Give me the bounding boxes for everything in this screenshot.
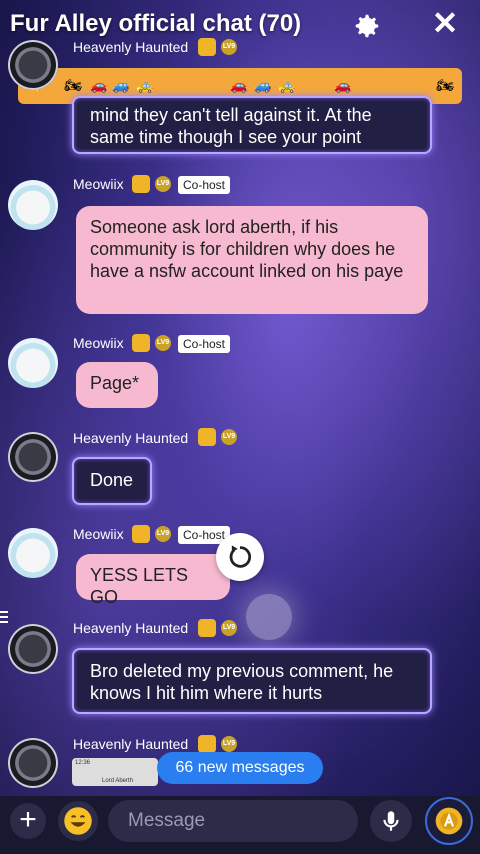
gear-icon[interactable]	[352, 11, 382, 41]
username[interactable]: Heavenly Haunted	[73, 430, 188, 446]
close-icon[interactable]: ✕	[430, 7, 460, 39]
lv-badge-icon: LV9	[221, 39, 237, 55]
moon-decoration	[246, 594, 292, 640]
role-badge: Co-host	[178, 176, 231, 194]
new-messages-label: new messages	[197, 759, 305, 776]
message-bubble[interactable]: Done	[72, 457, 152, 505]
new-messages-pill[interactable]: 66 new messages	[157, 752, 323, 784]
chat-header: Fur Alley official chat (70) ✕	[0, 0, 480, 60]
thumbnail-time: 12:36	[75, 760, 91, 766]
menu-handle-icon[interactable]	[0, 610, 8, 624]
car-icon: 🚗	[230, 77, 248, 93]
car-icon: 🚙	[112, 77, 130, 93]
coin-icon	[435, 807, 463, 835]
avatar[interactable]	[8, 528, 58, 578]
smiley-icon	[64, 807, 92, 835]
username[interactable]: Meowiix	[73, 526, 124, 542]
microphone-button[interactable]	[370, 800, 412, 842]
chat-title: Fur Alley official chat (70)	[10, 10, 302, 37]
username[interactable]: Heavenly Haunted	[73, 620, 188, 636]
lv-badge-icon: LV9	[221, 620, 237, 636]
emoji-button[interactable]	[58, 801, 98, 841]
level-badge-icon	[198, 735, 216, 753]
lv-badge-icon: LV9	[221, 736, 237, 752]
lv-badge-icon: LV9	[221, 429, 237, 445]
avatar[interactable]	[8, 738, 58, 788]
level-badge-icon	[132, 334, 150, 352]
message-bubble[interactable]: Someone ask lord aberth, if his communit…	[76, 206, 428, 314]
lv-badge-icon: LV9	[155, 526, 171, 542]
avatar[interactable]	[8, 180, 58, 230]
car-icon: 🚗	[90, 77, 108, 93]
level-badge-icon	[132, 525, 150, 543]
username[interactable]: Meowiix	[73, 335, 124, 351]
lv-badge-icon: LV9	[155, 176, 171, 192]
new-messages-count: 66	[175, 759, 194, 776]
level-badge-icon	[198, 428, 216, 446]
motorcycle-icon: 🏍	[436, 77, 454, 93]
username[interactable]: Heavenly Haunted	[73, 736, 188, 752]
gift-coin-button[interactable]	[425, 797, 473, 845]
username[interactable]: Meowiix	[73, 176, 124, 192]
message-bubble[interactable]: YESS LETS GO	[76, 554, 230, 607]
add-button[interactable]: +	[10, 803, 46, 839]
motorcycle-icon: 🏍	[64, 77, 82, 93]
message-input[interactable]	[108, 800, 358, 842]
rotate-icon	[229, 545, 252, 568]
car-icon: 🚗	[334, 77, 352, 93]
message-bubble[interactable]: Bro deleted my previous comment, he know…	[72, 648, 432, 714]
refresh-button[interactable]	[216, 533, 264, 581]
thumbnail-caption: Lord Aberth	[102, 778, 134, 784]
username[interactable]: Heavenly Haunted	[73, 39, 188, 55]
lv-badge-icon: LV9	[155, 335, 171, 351]
image-thumbnail[interactable]: 12:36 Lord Aberth	[72, 758, 158, 786]
level-badge-icon	[198, 619, 216, 637]
level-badge-icon	[132, 175, 150, 193]
avatar[interactable]	[8, 40, 58, 90]
avatar[interactable]	[8, 432, 58, 482]
avatar[interactable]	[8, 338, 58, 388]
car-icon: 🚕	[278, 77, 296, 93]
message-bubble[interactable]: mind they can't tell against it. At the …	[72, 96, 432, 154]
avatar[interactable]	[8, 624, 58, 674]
car-icon: 🚙	[254, 77, 272, 93]
level-badge-icon	[198, 38, 216, 56]
microphone-icon	[383, 811, 399, 831]
message-bubble[interactable]: Page*	[76, 362, 158, 408]
car-icon: 🚕	[136, 77, 154, 93]
role-badge: Co-host	[178, 335, 231, 353]
